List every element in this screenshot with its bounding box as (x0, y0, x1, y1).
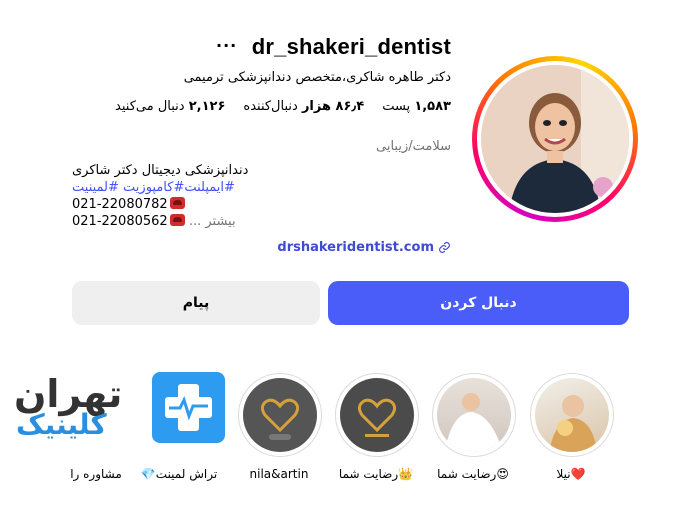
website-url[interactable]: drshakeridentist.com (277, 240, 434, 255)
profile-website-link[interactable]: drshakeridentist.com (277, 240, 451, 255)
telephone-icon (169, 214, 185, 226)
bio-line: دندانپزشکی دیجیتال دکتر شاکری (72, 163, 249, 178)
bio-phone-1: 021-22080782 (72, 196, 248, 213)
highlight-label-2: رضایت شما😍 (437, 467, 509, 481)
bio-more-button[interactable]: ... بیشتر (189, 214, 236, 229)
child-photo-icon (549, 395, 597, 452)
highlight-circle-4[interactable] (238, 373, 322, 457)
gold-heart-icon (357, 398, 397, 437)
message-button[interactable]: پیام (72, 281, 320, 325)
link-icon (439, 242, 450, 253)
phone-number-2: 021-22080562 (72, 214, 168, 229)
following-label: دنبال می‌کنید (115, 99, 185, 114)
followers-count: ۸۶٫۴ هزار (301, 99, 365, 114)
phone-number-1: 021-22080782 (72, 197, 168, 212)
medical-plus-icon (165, 384, 212, 431)
highlight-label-3: رضایت شما👑 (338, 467, 414, 481)
brand-logo-box (152, 372, 225, 443)
highlight-thumbnail (243, 378, 317, 452)
posts-stat[interactable]: ۱,۵۸۳ پست (382, 99, 451, 114)
gold-heart-icon (260, 398, 300, 440)
highlight-label-4: nila&artin (249, 467, 309, 481)
posts-count: ۱,۵۸۳ (414, 99, 451, 114)
profile-avatar[interactable] (472, 56, 638, 222)
following-stat[interactable]: ۲,۱۲۶ دنبال می‌کنید (115, 99, 225, 114)
follow-button[interactable]: دنبال کردن (328, 281, 629, 325)
profile-bio: دندانپزشکی دیجیتال دکتر شاکری #ایمپلنت#ک… (72, 162, 248, 230)
following-count: ۲,۱۲۶ (188, 99, 226, 114)
avatar-illustration (481, 65, 629, 213)
highlight-label-1: نیلا❤️ (556, 467, 586, 481)
bride-photo-icon (445, 393, 503, 452)
followers-label: دنبال‌کننده (243, 99, 298, 114)
ellipsis-icon[interactable]: ··· (216, 36, 237, 55)
telephone-icon (169, 197, 185, 209)
highlight-circle-1[interactable] (530, 373, 614, 457)
profile-stats: ۱,۵۸۳ پست ۸۶٫۴ هزار دنبال‌کننده ۲,۱۲۶ دن… (115, 99, 451, 114)
highlight-circle-3[interactable] (335, 373, 419, 457)
highlight-label-6: مشاوره را (70, 467, 122, 481)
bio-phone-2: 021-22080562 ... بیشتر (72, 213, 248, 230)
brand-name-line2: کلینیک (16, 408, 107, 441)
highlight-label-5: 💎تراش لمینت (140, 467, 218, 481)
posts-label: پست (382, 99, 411, 114)
profile-username: dr_shakeri_dentist (251, 34, 451, 59)
bio-hashtags[interactable]: #ایمپلنت#کامپوزیت #لمینیت (72, 179, 248, 196)
followers-stat[interactable]: ۸۶٫۴ هزار دنبال‌کننده (243, 99, 364, 114)
highlight-thumbnail (340, 378, 414, 452)
highlight-circle-2[interactable] (432, 373, 516, 457)
highlight-thumbnail (437, 378, 511, 452)
highlight-thumbnail (535, 378, 609, 452)
profile-full-name: دکتر طاهره شاکری،متخصص دندانپزشکی ترمیمی (183, 70, 451, 85)
profile-category: سلامت/زیبایی (376, 139, 451, 154)
avatar-photo (481, 65, 629, 213)
